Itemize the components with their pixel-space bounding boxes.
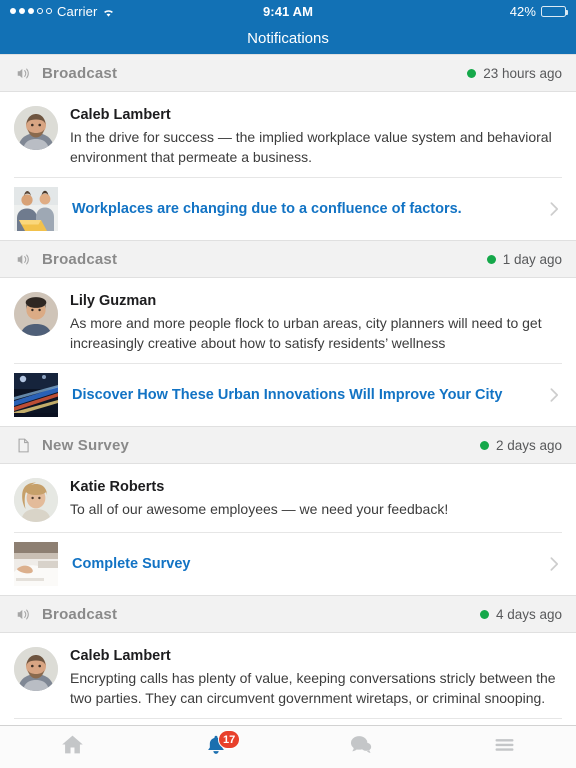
tab-home[interactable]	[0, 726, 144, 768]
unread-indicator-icon	[467, 68, 477, 78]
document-icon	[14, 436, 32, 454]
wifi-icon	[102, 6, 115, 17]
chat-bubble-icon[interactable]	[348, 732, 373, 762]
notification-header: Lily Guzman As more and more people flock…	[14, 292, 562, 353]
bottom-tab-bar: 17	[0, 725, 576, 768]
avatar-caleb-lambert	[14, 647, 58, 692]
notification-content: Lily Guzman As more and more people flock…	[70, 292, 562, 353]
broadcast-icon	[14, 605, 32, 623]
attachment-row[interactable]: Complete Survey	[14, 533, 562, 595]
notification-content: Caleb Lambert Encrypting calls has plenty…	[70, 647, 562, 708]
section-header: Broadcast 1 day ago	[0, 240, 576, 279]
section-meta: 23 hours ago	[467, 66, 562, 81]
avatar-caleb-lambert	[14, 106, 58, 150]
section-title: Broadcast	[42, 64, 118, 82]
clock: 9:41 AM	[262, 3, 314, 19]
notification-card[interactable]: Lily Guzman As more and more people flock…	[0, 278, 576, 427]
signal-strength-icon	[10, 8, 52, 14]
section-title: Broadcast	[42, 605, 118, 623]
section-timestamp: 1 day ago	[502, 251, 562, 267]
notification-message: To all of our awesome employees — we nee…	[70, 501, 449, 518]
attachment-title-link[interactable]: Discover How These Urban Innovations Wil…	[72, 386, 532, 405]
page-title: Notifications	[247, 29, 329, 47]
attachment-title-link[interactable]: Complete Survey	[72, 555, 532, 574]
sender-name: Katie Roberts	[70, 479, 165, 496]
sender-name: Lily Guzman	[70, 293, 157, 310]
thumb-desk-hands[interactable]	[14, 542, 58, 587]
section-header: New Survey 2 days ago	[0, 426, 576, 465]
section-timestamp: 23 hours ago	[483, 65, 562, 81]
notifications-list[interactable]: Broadcast 23 hours ago Caleb Lambert In th…	[0, 54, 576, 768]
home-icon[interactable]	[60, 732, 85, 762]
broadcast-icon	[14, 64, 32, 82]
avatar-katie-roberts	[14, 478, 58, 523]
notification-badge: 17	[218, 730, 241, 749]
notification-message: In the drive for success — the implied w…	[70, 129, 552, 166]
status-bar: Carrier 9:41 AM 42%	[0, 0, 576, 22]
attachment-row[interactable]: Workplaces are changing due to a conflue…	[14, 178, 562, 240]
unread-indicator-icon	[479, 440, 489, 450]
tab-hamburger-menu[interactable]	[432, 726, 576, 768]
broadcast-icon	[14, 250, 32, 268]
notification-content: Katie Roberts To all of our awesome emplo…	[70, 478, 562, 522]
notification-header: Caleb Lambert In the drive for success — …	[14, 106, 562, 167]
navigation-bar: Notifications	[0, 22, 576, 54]
app-screen: Carrier 9:41 AM 42% Notifications Broadc…	[0, 0, 576, 768]
carrier-label: Carrier	[57, 3, 98, 19]
section-meta: 1 day ago	[486, 251, 562, 267]
section-timestamp: 2 days ago	[495, 437, 562, 453]
sender-name: Caleb Lambert	[70, 107, 171, 123]
notification-header: Katie Roberts To all of our awesome emplo…	[14, 478, 562, 523]
section-meta: 2 days ago	[479, 437, 562, 453]
chevron-right-icon[interactable]	[546, 555, 562, 573]
attachment-divider: Discover How These Urban Innovations Wil…	[14, 363, 562, 426]
notification-card[interactable]: Katie Roberts To all of our awesome emplo…	[0, 464, 576, 596]
notification-card[interactable]: Caleb Lambert In the drive for success — …	[0, 92, 576, 241]
attachment-divider: Complete Survey	[14, 532, 562, 595]
sender-name: Caleb Lambert	[70, 648, 171, 665]
battery-icon	[541, 5, 569, 17]
section-meta: 4 days ago	[479, 606, 562, 622]
thumb-city-night-lights[interactable]	[14, 373, 58, 418]
unread-indicator-icon	[479, 609, 489, 619]
section-header: Broadcast 4 days ago	[0, 595, 576, 634]
notification-message: Encrypting calls has plenty of value, ke…	[70, 670, 556, 707]
section-timestamp: 4 days ago	[495, 606, 562, 622]
notification-message: As more and more people flock to urban a…	[70, 315, 542, 352]
section-header: Broadcast 23 hours ago	[0, 54, 576, 92]
chevron-right-icon[interactable]	[546, 200, 562, 218]
avatar-lily-guzman	[14, 292, 58, 337]
tab-chat-bubble[interactable]	[288, 726, 432, 768]
section-title: Broadcast	[42, 250, 118, 268]
unread-indicator-icon	[486, 254, 496, 264]
thumb-two-people-folder[interactable]	[14, 187, 58, 232]
tab-bell[interactable]: 17	[144, 726, 288, 768]
section-title: New Survey	[42, 436, 130, 454]
attachment-title-link[interactable]: Workplaces are changing due to a conflue…	[72, 200, 532, 219]
attachment-row[interactable]: Discover How These Urban Innovations Wil…	[14, 364, 562, 426]
status-bar-right: 42%	[313, 3, 569, 19]
battery-percent-label: 42%	[509, 3, 537, 19]
hamburger-menu-icon[interactable]	[492, 732, 517, 762]
status-bar-left: Carrier	[10, 4, 263, 19]
notification-content: Caleb Lambert In the drive for success — …	[70, 106, 562, 167]
attachment-divider: Workplaces are changing due to a conflue…	[14, 177, 562, 240]
notification-header: Caleb Lambert Encrypting calls has plenty…	[14, 647, 562, 708]
chevron-right-icon[interactable]	[546, 386, 562, 404]
